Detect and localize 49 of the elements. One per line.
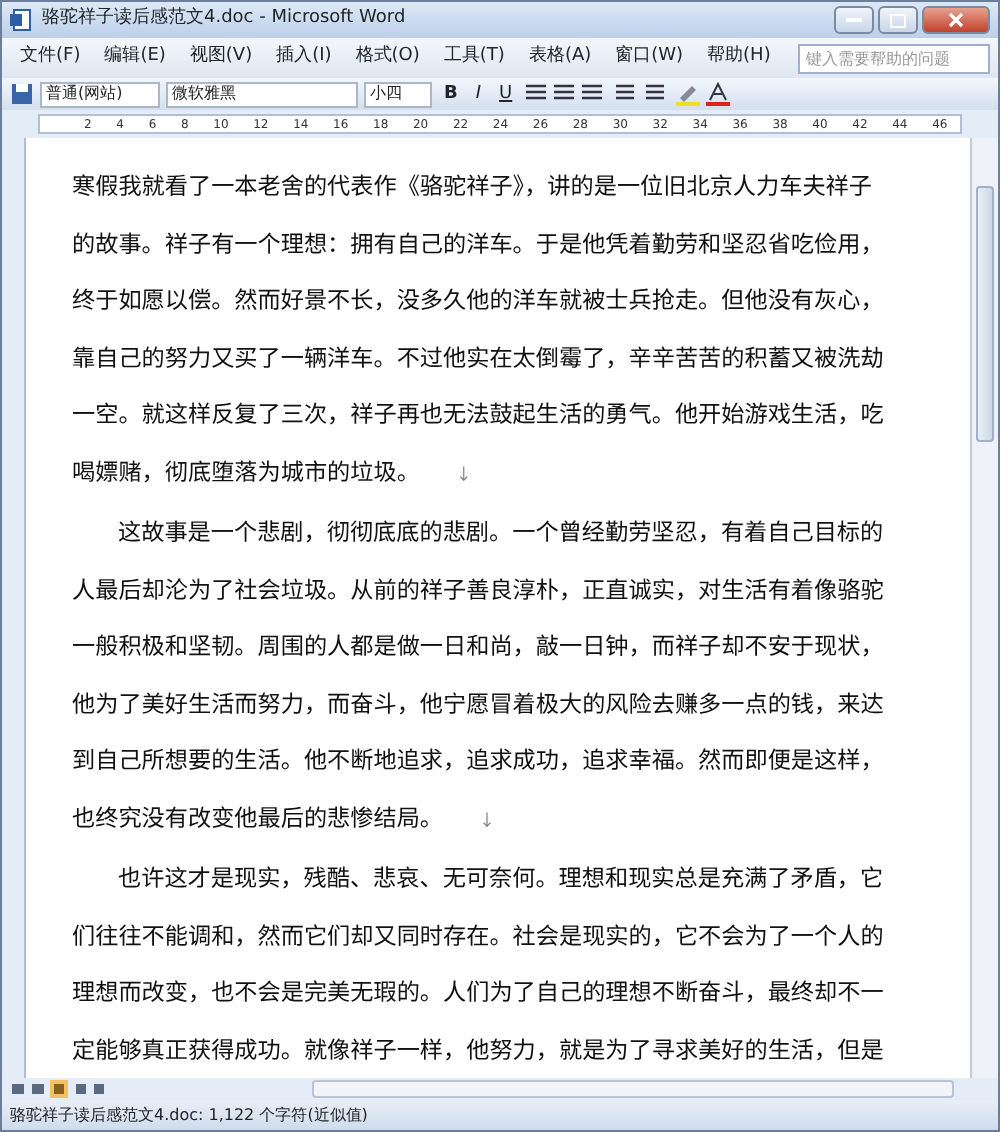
- paragraph-mark: ↓: [455, 463, 472, 485]
- save-icon[interactable]: [10, 82, 34, 106]
- style-dropdown[interactable]: 普通(网站): [40, 81, 160, 107]
- text-line: 终于如愿以偿。然而好景不长，没多久他的洋车就被士兵抢走。但他没有灰心，: [72, 282, 886, 320]
- text-line: 理想而改变，也不会是完美无瑕的。人们为了自己的理想不断奋斗，最终却不一: [72, 974, 886, 1012]
- align-icon[interactable]: [524, 84, 605, 104]
- text-line: 一空。就这样反复了三次，祥子再也无法鼓起生活的勇气。他开始游戏生活，吃: [72, 396, 886, 434]
- menu-item[interactable]: 表格(A): [518, 42, 602, 74]
- format-button[interactable]: B: [438, 81, 464, 107]
- menu-item[interactable]: 窗口(W): [605, 42, 694, 74]
- text-line: 也终究没有改变他最后的悲惨结局。 ↓: [72, 799, 498, 837]
- text-line: 到自己所想要的生活。他不断地追求，追求成功，追求幸福。然而即便是这样，: [72, 742, 886, 780]
- vertical-scrollbar[interactable]: [970, 138, 998, 1078]
- text-line: 人最后却沦为了社会垃圾。从前的祥子善良淳朴，正直诚实，对生活有着像骆驼: [72, 571, 886, 609]
- text-line: 一般积极和坚韧。周围的人都是做一日和尚，敲一日钟，而祥子却不安于现状，: [72, 628, 886, 666]
- status-text: 骆驼祥子读后感范文4.doc: 1,122 个字符(近似值): [10, 1103, 368, 1127]
- text-line: 这故事是一个悲剧，彻彻底底的悲剧。一个曾经勤劳坚忍，有着自己目标的: [116, 514, 886, 552]
- text-line: 也许这才是现实，残酷、悲哀、无可奈何。理想和现实总是充满了矛盾，它: [116, 860, 886, 898]
- format-button[interactable]: U: [493, 81, 519, 107]
- menu-item[interactable]: 工具(T): [433, 42, 515, 74]
- menu-item[interactable]: 插入(I): [266, 42, 342, 74]
- close-button[interactable]: [922, 6, 990, 34]
- text-line: 定能够真正获得成功。就像祥子一样，他努力，就是为了寻求美好的生活，但是: [72, 1031, 886, 1069]
- maximize-button[interactable]: [877, 6, 918, 34]
- menu-item[interactable]: 文件(F): [10, 42, 91, 74]
- view-buttons-icon[interactable]: [10, 1080, 106, 1098]
- format-button[interactable]: I: [469, 81, 488, 107]
- text-line: 寒假我就看了一本老舍的代表作《骆驼祥子》，讲的是一位旧北京人力车夫祥子: [72, 168, 874, 206]
- minimize-button[interactable]: [833, 6, 873, 34]
- menu-item[interactable]: 帮助(H): [697, 42, 781, 74]
- window-title: 骆驼祥子读后感范文4.doc - Microsoft Word: [42, 6, 406, 33]
- text-line: 喝嫖赌，彻底堕落为城市的垃圾。 ↓: [72, 453, 474, 491]
- text-line: 们往往不能调和，然而它们却又同时存在。社会是现实的，它不会为了一个人的: [72, 917, 886, 955]
- font-dropdown[interactable]: 微软雅黑: [166, 81, 358, 107]
- text-line: 的故事。祥子有一个理想：拥有自己的洋车。于是他凭着勤劳和坚忍省吃俭用，: [72, 225, 886, 263]
- font-size-dropdown[interactable]: 小四: [364, 81, 432, 107]
- horizontal-scrollbar[interactable]: [312, 1080, 954, 1098]
- text-line: 他为了美好生活而努力，而奋斗，他宁愿冒着极大的风险去赚多一点的钱，来达: [72, 685, 886, 723]
- menu-item[interactable]: 编辑(E): [94, 42, 176, 74]
- paragraph-mark: ↓: [479, 809, 496, 831]
- maximize-icon: [889, 13, 906, 27]
- menu-item[interactable]: 格式(O): [345, 42, 430, 74]
- menu-item[interactable]: 视图(V): [179, 42, 263, 74]
- scrollbar-thumb[interactable]: [976, 186, 994, 442]
- document-icon: [10, 8, 34, 32]
- text-line: 靠自己的努力又买了一辆洋车。不过他实在太倒霉了，辛辛苦苦的积蓄又被洗劫: [72, 339, 886, 377]
- font-color-icon[interactable]: [706, 82, 731, 106]
- close-icon: [948, 12, 964, 28]
- help-search-field[interactable]: 键入需要帮助的问题: [798, 43, 990, 73]
